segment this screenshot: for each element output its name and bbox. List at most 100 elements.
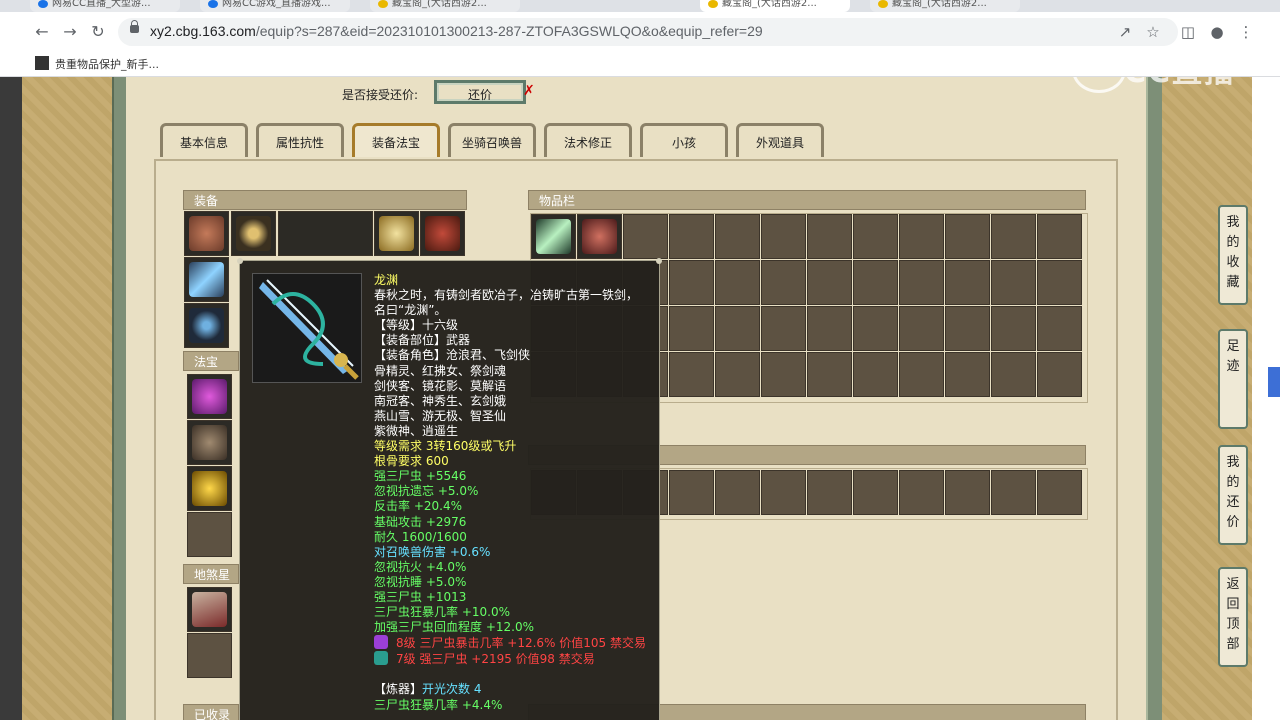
share-icon[interactable]: ↗ bbox=[1115, 22, 1135, 42]
inventory-slot[interactable] bbox=[853, 306, 898, 351]
menu-kebab-icon[interactable]: ⋮ bbox=[1236, 22, 1256, 42]
inventory-slot[interactable] bbox=[945, 470, 990, 515]
inventory-slot[interactable] bbox=[853, 470, 898, 515]
my-counter-offers-button[interactable]: 我的还价 bbox=[1218, 445, 1248, 545]
inventory-slot[interactable] bbox=[761, 470, 806, 515]
inventory-slot[interactable] bbox=[853, 214, 898, 259]
inventory-slot[interactable] bbox=[991, 260, 1036, 305]
sidepanel-icon[interactable]: ◫ bbox=[1178, 22, 1198, 42]
inventory-slot[interactable] bbox=[1037, 306, 1082, 351]
inventory-slot[interactable] bbox=[945, 214, 990, 259]
inventory-slot[interactable] bbox=[761, 260, 806, 305]
star-slot[interactable] bbox=[187, 587, 232, 632]
inventory-slot[interactable] bbox=[807, 260, 852, 305]
tooltip-line: 耐久 1600/1600 bbox=[374, 529, 467, 544]
inventory-slot[interactable] bbox=[715, 306, 760, 351]
inventory-slot[interactable] bbox=[991, 470, 1036, 515]
gem-text: 7级 强三尸虫 +2195 价值98 禁交易 bbox=[396, 652, 595, 667]
forward-arrow-icon[interactable]: → bbox=[60, 22, 80, 42]
my-favorites-button[interactable]: 我的收藏 bbox=[1218, 205, 1248, 305]
inventory-slot[interactable] bbox=[899, 214, 944, 259]
tab-basic-info[interactable]: 基本信息 bbox=[160, 123, 248, 157]
inventory-slot[interactable] bbox=[853, 260, 898, 305]
browser-toolbar: ← → ↻ xy2.cbg.163.com/equip?s=287&eid=20… bbox=[0, 12, 1280, 52]
inventory-slot[interactable] bbox=[945, 306, 990, 351]
address-bar[interactable]: xy2.cbg.163.com/equip?s=287&eid=20231010… bbox=[118, 18, 1178, 46]
inventory-slot[interactable] bbox=[669, 470, 714, 515]
treasure-slot-empty[interactable] bbox=[187, 512, 232, 557]
inventory-slot[interactable] bbox=[669, 352, 714, 397]
inventory-slot[interactable] bbox=[1037, 260, 1082, 305]
equip-slot-helmet[interactable] bbox=[184, 211, 229, 256]
tab-spell-mods[interactable]: 法术修正 bbox=[544, 123, 632, 157]
gem-icon bbox=[374, 651, 388, 666]
back-to-top-button[interactable]: 返回顶部 bbox=[1218, 567, 1248, 667]
back-arrow-icon[interactable]: ← bbox=[32, 22, 52, 42]
inventory-slot[interactable] bbox=[1037, 214, 1082, 259]
equip-slot-necklace[interactable] bbox=[231, 211, 276, 256]
inventory-slot[interactable] bbox=[715, 260, 760, 305]
treasure-slot[interactable] bbox=[187, 374, 232, 419]
inventory-slot[interactable] bbox=[899, 470, 944, 515]
inventory-slot[interactable] bbox=[669, 260, 714, 305]
profile-avatar-icon[interactable]: ● bbox=[1207, 22, 1227, 42]
inventory-slot[interactable] bbox=[899, 352, 944, 397]
footprint-button[interactable]: 足迹 bbox=[1218, 329, 1248, 429]
tab-favicon-icon bbox=[38, 0, 48, 8]
tab-mounts-pets[interactable]: 坐骑召唤兽 bbox=[448, 123, 536, 157]
tab-favicon-icon bbox=[878, 0, 888, 8]
treasure-slot[interactable] bbox=[187, 466, 232, 511]
star-bookmark-icon[interactable]: ☆ bbox=[1143, 22, 1163, 42]
inventory-slot[interactable] bbox=[1037, 352, 1082, 397]
right-blue-tab bbox=[1268, 367, 1280, 397]
inventory-slot[interactable] bbox=[807, 352, 852, 397]
equip-slot-armor[interactable] bbox=[420, 211, 465, 256]
inventory-slot[interactable] bbox=[715, 352, 760, 397]
inventory-slot[interactable] bbox=[531, 214, 576, 259]
inventory-slot[interactable] bbox=[577, 214, 622, 259]
browser-tab[interactable]: 藏宝阁_(大话西游2... bbox=[370, 0, 520, 12]
tab-cosmetics[interactable]: 外观道具 bbox=[736, 123, 824, 157]
inventory-slot[interactable] bbox=[899, 260, 944, 305]
browser-tab[interactable]: 网易CC游戏_直播游戏... bbox=[200, 0, 350, 12]
inventory-slot[interactable] bbox=[761, 352, 806, 397]
equip-slot-weapon[interactable] bbox=[184, 257, 229, 302]
inventory-slot[interactable] bbox=[669, 214, 714, 259]
browser-tab-active[interactable]: 藏宝阁_(大话西游2... bbox=[700, 0, 850, 12]
tooltip-line: 等级需求 3转160级或飞升 bbox=[374, 439, 517, 454]
counter-offer-button[interactable]: 还价 bbox=[434, 80, 526, 104]
inventory-slot[interactable] bbox=[715, 214, 760, 259]
star-slot-empty[interactable] bbox=[187, 633, 232, 678]
tab-attributes[interactable]: 属性抗性 bbox=[256, 123, 344, 157]
bookmark-item[interactable]: 贵重物品保护_新手... bbox=[55, 56, 159, 72]
inventory-slot[interactable] bbox=[761, 306, 806, 351]
item-tooltip: 龙渊 春秋之时，有铸剑者欧冶子，冶铸旷古第一铁剑， 名曰“龙渊”。 【等级】十六级 【装… bbox=[237, 258, 662, 720]
inventory-slot[interactable] bbox=[899, 306, 944, 351]
tab-children[interactable]: 小孩 bbox=[640, 123, 728, 157]
inventory-slot[interactable] bbox=[807, 214, 852, 259]
inventory-slot[interactable] bbox=[807, 306, 852, 351]
reload-icon[interactable]: ↻ bbox=[88, 22, 108, 42]
right-overlap-strip bbox=[1252, 77, 1280, 720]
inventory-slot[interactable] bbox=[945, 352, 990, 397]
inventory-slot[interactable] bbox=[991, 306, 1036, 351]
tooltip-line: 基础攻击 +2976 bbox=[374, 514, 467, 529]
inventory-slot[interactable] bbox=[715, 470, 760, 515]
inventory-slot[interactable] bbox=[623, 214, 668, 259]
inventory-slot[interactable] bbox=[669, 306, 714, 351]
inventory-slot[interactable] bbox=[991, 352, 1036, 397]
equip-slot-character bbox=[278, 211, 373, 256]
inventory-slot[interactable] bbox=[761, 214, 806, 259]
tab-equipment[interactable]: 装备法宝 bbox=[352, 123, 440, 157]
inventory-slot[interactable] bbox=[945, 260, 990, 305]
tooltip-spacer bbox=[374, 667, 654, 682]
equip-slot-staff[interactable] bbox=[184, 303, 229, 348]
browser-tab[interactable]: 藏宝阁_(大话西游2... bbox=[870, 0, 1020, 12]
inventory-slot[interactable] bbox=[853, 352, 898, 397]
browser-tab[interactable]: 网易CC直播_大型游... bbox=[30, 0, 180, 12]
equip-slot-mask[interactable] bbox=[374, 211, 419, 256]
inventory-slot[interactable] bbox=[1037, 470, 1082, 515]
inventory-slot[interactable] bbox=[807, 470, 852, 515]
inventory-slot[interactable] bbox=[991, 214, 1036, 259]
treasure-slot[interactable] bbox=[187, 420, 232, 465]
